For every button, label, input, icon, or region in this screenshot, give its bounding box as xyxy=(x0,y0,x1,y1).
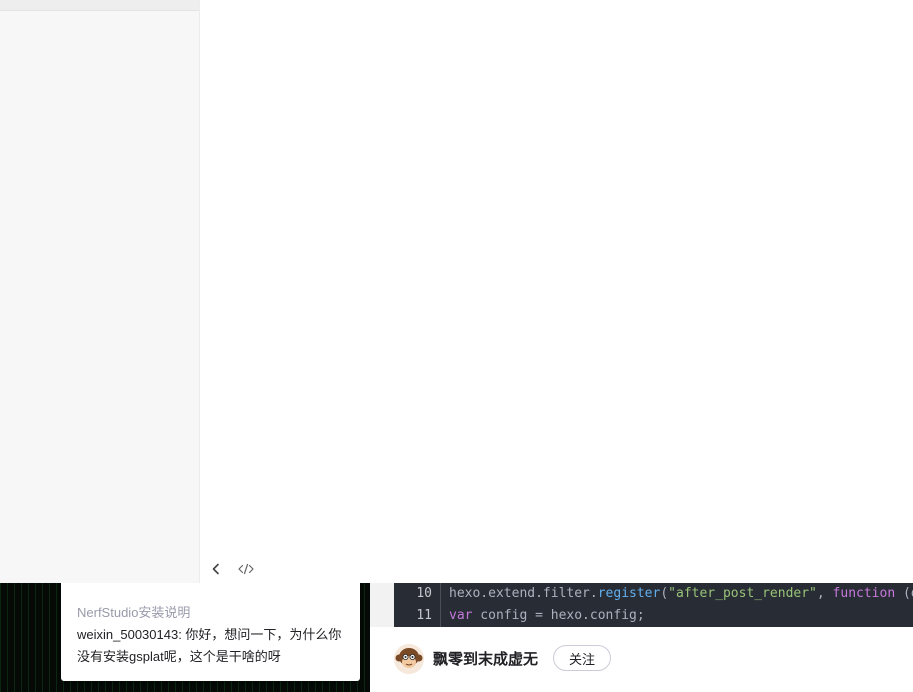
chevron-left-icon xyxy=(212,563,219,575)
comment-article-title[interactable]: NerfStudio安装说明 xyxy=(77,602,190,621)
sidebar-header xyxy=(0,0,199,11)
comment-text[interactable]: weixin_50030143: 你好，想问一下，为什么你没有安装gsplat呢… xyxy=(77,624,347,668)
code-icon xyxy=(238,563,254,575)
panel-toolbar xyxy=(200,555,913,583)
avatar[interactable] xyxy=(394,644,424,674)
view-source-button[interactable] xyxy=(234,557,258,581)
back-button[interactable] xyxy=(204,557,228,581)
sidebar xyxy=(0,0,200,583)
code-line: 10 hexo.extend.filter.register("after_po… xyxy=(394,583,913,605)
line-number: 11 xyxy=(416,608,432,623)
recent-comment-card[interactable]: NerfStudio安装说明 weixin_50030143: 你好，想问一下，… xyxy=(61,583,360,681)
follow-button[interactable]: 关注 xyxy=(553,645,611,671)
line-number: 10 xyxy=(416,586,432,601)
author-bar: 飘零到末成虚无 关注 xyxy=(370,627,913,692)
background-page: NerfStudio安装说明 weixin_50030143: 你好，想问一下，… xyxy=(0,583,913,692)
code-line: 11 var config = hexo.config; xyxy=(394,605,913,627)
code-text: hexo.extend.filter.register("after_post_… xyxy=(449,586,913,601)
code-block: 10 hexo.extend.filter.register("after_po… xyxy=(394,583,913,627)
editor-panel xyxy=(200,0,913,583)
code-text: var config = hexo.config; xyxy=(449,608,645,623)
author-name[interactable]: 飘零到末成虚无 xyxy=(433,648,538,669)
monkey-avatar-icon xyxy=(394,644,424,674)
page-root: NerfStudio安装说明 weixin_50030143: 你好，想问一下，… xyxy=(0,0,913,692)
